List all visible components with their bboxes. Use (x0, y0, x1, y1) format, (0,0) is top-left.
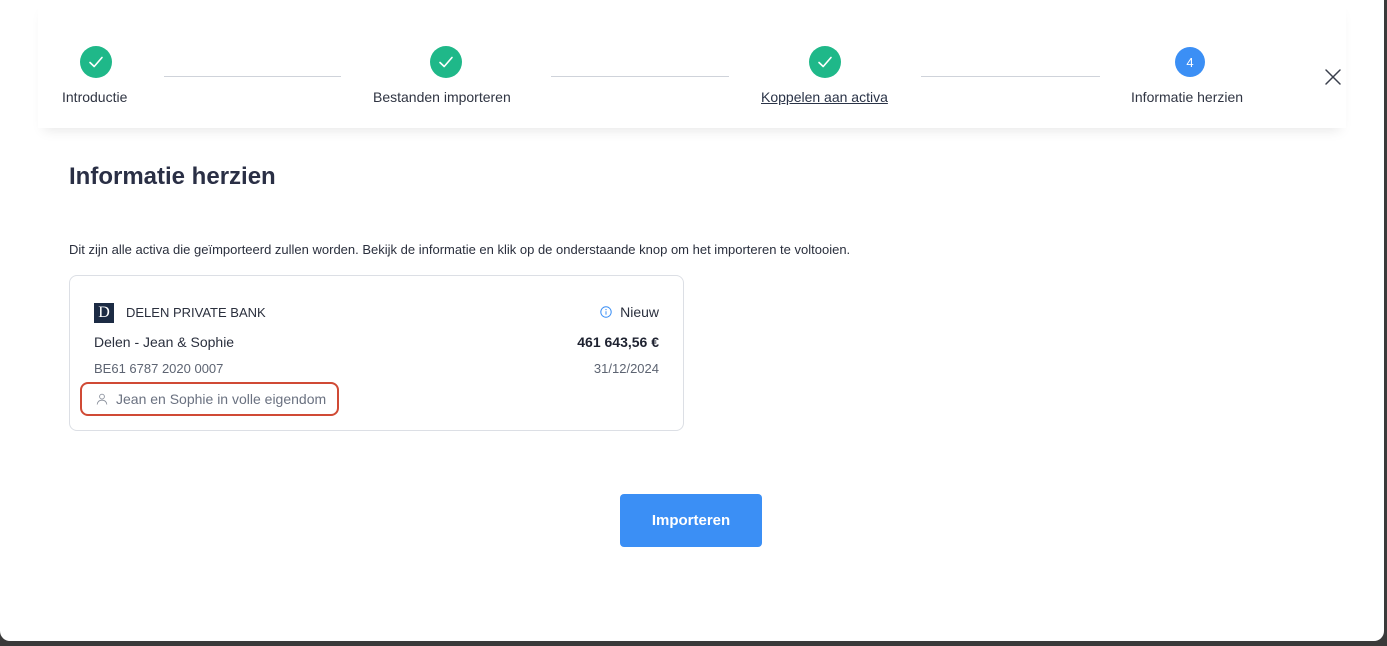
step-connector (551, 76, 729, 77)
step-connector (921, 76, 1100, 77)
step-label: Introductie (62, 89, 128, 105)
status-badge: Nieuw (600, 304, 659, 320)
step-koppelen-aan-activa[interactable]: Koppelen aan activa (738, 0, 918, 128)
account-amount: 461 643,56 € (577, 334, 659, 350)
step-introductie: Introductie (38, 0, 158, 128)
account-name: Delen - Jean & Sophie (94, 334, 235, 350)
step-done-check (80, 46, 112, 78)
check-icon (439, 56, 453, 68)
asset-card: D DELEN PRIVATE BANK Nieuw Delen - Jean … (69, 275, 684, 431)
step-number: 4 (1186, 54, 1194, 70)
step-connector (164, 76, 341, 77)
import-button[interactable]: Importeren (620, 494, 762, 547)
check-icon (818, 56, 832, 68)
check-icon (89, 56, 103, 68)
account-iban: BE61 6787 2020 0007 (94, 361, 224, 376)
bank-name: DELEN PRIVATE BANK (126, 305, 266, 320)
ownership-text: Jean en Sophie in volle eigendom (116, 391, 327, 407)
step-label: Bestanden importeren (373, 89, 511, 105)
step-label: Informatie herzien (1131, 89, 1244, 105)
close-icon (1325, 69, 1341, 85)
step-done-check (430, 46, 462, 78)
page-title: Informatie herzien (69, 163, 276, 190)
step-informatie-herzien: 4 Informatie herzien (1118, 0, 1268, 128)
info-icon (600, 306, 612, 318)
status-text: Nieuw (620, 304, 659, 320)
ownership-highlight: Jean en Sophie in volle eigendom (80, 382, 340, 416)
step-number-badge: 4 (1175, 47, 1205, 77)
page-description: Dit zijn alle activa die geïmporteerd zu… (69, 242, 851, 257)
account-date: 31/12/2024 (593, 361, 659, 376)
step-done-check (809, 46, 841, 78)
person-icon (96, 393, 108, 405)
step-bestanden-importeren: Bestanden importeren (358, 0, 558, 128)
close-button[interactable] (1324, 68, 1342, 86)
import-modal: Introductie Bestanden importeren Koppele… (0, 0, 1384, 641)
stepper: Introductie Bestanden importeren Koppele… (38, 0, 1346, 128)
bank-logo: D (94, 303, 114, 323)
step-label-link[interactable]: Koppelen aan activa (761, 89, 888, 105)
